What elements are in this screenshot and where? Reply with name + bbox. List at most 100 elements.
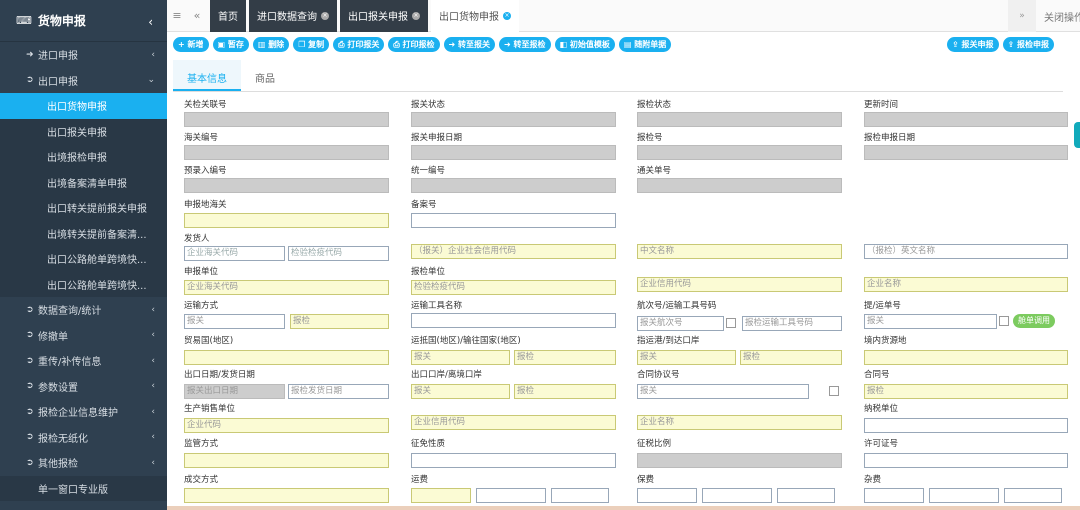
left-button-0[interactable]: + 新增 xyxy=(173,37,209,52)
consignor-credit-code[interactable]: （报关）企业社会信用代码 xyxy=(411,244,616,259)
export-date-inspect[interactable]: 报检发货日期 xyxy=(288,384,389,399)
transport-mode-customs[interactable]: 报关 xyxy=(184,314,285,329)
sidebar-item-17[interactable]: 单一窗口专业版 xyxy=(0,475,167,501)
producer-code[interactable]: 企业代码 xyxy=(184,418,389,433)
misc-type[interactable] xyxy=(864,488,924,503)
tab-2[interactable]: 出口报关申报 × xyxy=(340,0,428,32)
chevron-left-icon[interactable]: ‹ xyxy=(151,305,155,315)
producer-name[interactable]: 企业名称 xyxy=(637,415,842,430)
backward-icon[interactable]: « xyxy=(187,9,207,22)
contract-customs[interactable]: 报关 xyxy=(637,384,809,399)
freight-rate[interactable] xyxy=(476,488,546,503)
record-no-input[interactable] xyxy=(411,213,616,228)
inspector-code[interactable]: 检验检疫代码 xyxy=(411,280,616,295)
chevron-left-icon[interactable]: ‹ xyxy=(151,381,155,391)
tax-ratio-input[interactable] xyxy=(637,453,842,468)
left-button-9[interactable]: ▤ 随附单据 xyxy=(618,37,672,52)
declarer-customs-code[interactable]: 企业海关代码 xyxy=(184,280,389,295)
contract-no-inspect[interactable]: 报检 xyxy=(864,384,1068,399)
close-icon[interactable]: × xyxy=(412,11,420,20)
trade-country-input[interactable] xyxy=(184,350,389,365)
sidebar-item-8[interactable]: 出口公路舱单跨境快... xyxy=(0,246,167,272)
chevron-left-icon[interactable]: ‹ xyxy=(151,432,155,442)
export-date-customs[interactable]: 报关出口日期 xyxy=(184,384,285,399)
dest-country-inspect[interactable]: 报检 xyxy=(514,350,616,365)
forward-icon[interactable]: » xyxy=(1008,0,1036,32)
left-button-4[interactable]: ⎙ 打印报关 xyxy=(333,37,385,52)
declare-date-input[interactable] xyxy=(411,145,616,160)
sidebar-item-1[interactable]: ➲ 出口申报 ⌄ xyxy=(0,68,167,94)
clearance-no-input[interactable] xyxy=(637,178,842,193)
close-icon[interactable]: × xyxy=(503,11,511,20)
sidebar-item-0[interactable]: ➜ 进口申报 ‹ xyxy=(0,42,167,68)
tab-0[interactable]: 首页 xyxy=(210,0,246,32)
sidebar-item-16[interactable]: ➲ 其他报检 ‹ xyxy=(0,450,167,476)
sidebar-item-12[interactable]: ➲ 重传/补传信息 ‹ xyxy=(0,348,167,374)
source-input[interactable] xyxy=(864,350,1068,365)
sidebar-item-7[interactable]: 出境转关提前备案清... xyxy=(0,220,167,246)
tab-goods[interactable]: 商品 xyxy=(241,60,289,91)
insurance-type[interactable] xyxy=(637,488,697,503)
tab-basic-info[interactable]: 基本信息 xyxy=(173,60,241,91)
freight-type[interactable] xyxy=(411,488,471,503)
consignor-inspect-code[interactable]: 检验检疫代码 xyxy=(288,246,389,261)
export-port-customs[interactable]: 报关 xyxy=(411,384,510,399)
sidebar-item-11[interactable]: ➲ 修撤单 ‹ xyxy=(0,323,167,349)
sidebar-item-6[interactable]: 出口转关提前报关申报 xyxy=(0,195,167,221)
supervision-input[interactable] xyxy=(184,453,389,468)
sidebar-item-2[interactable]: 出口货物申报 xyxy=(0,93,167,119)
misc-currency[interactable] xyxy=(1004,488,1062,503)
sidebar-header[interactable]: ⌨ 货物申报 ‹ xyxy=(0,0,167,42)
left-button-2[interactable]: ▥ 删除 xyxy=(252,37,290,52)
link-no-input[interactable] xyxy=(184,112,389,127)
sidebar-item-5[interactable]: 出境备案清单申报 xyxy=(0,169,167,195)
update-time-input[interactable] xyxy=(864,112,1068,127)
sidebar-item-13[interactable]: ➲ 参数设置 ‹ xyxy=(0,374,167,400)
declarer-name[interactable]: 企业名称 xyxy=(864,277,1068,292)
inspect-status-input[interactable] xyxy=(637,112,842,127)
sidebar-item-15[interactable]: ➲ 报检无纸化 ‹ xyxy=(0,425,167,451)
transport-mode-inspect[interactable]: 报检 xyxy=(290,314,389,329)
left-button-3[interactable]: ❐ 复制 xyxy=(293,37,330,52)
misc-rate[interactable] xyxy=(929,488,999,503)
sidebar-item-14[interactable]: ➲ 报检企业信息维护 ‹ xyxy=(0,399,167,425)
left-button-1[interactable]: ▣ 暂存 xyxy=(212,37,249,52)
bill-checkbox[interactable] xyxy=(999,316,1009,326)
voyage-checkbox[interactable] xyxy=(726,318,736,328)
chevron-left-icon[interactable]: ‹ xyxy=(151,407,155,417)
left-button-7[interactable]: ➜ 转至报检 xyxy=(499,37,551,52)
bill-no-input[interactable]: 报关 xyxy=(864,314,997,329)
contract-checkbox[interactable] xyxy=(829,386,839,396)
right-button-0[interactable]: ⇪ 报关申报 xyxy=(947,37,999,52)
menu-icon[interactable]: ≡ xyxy=(167,9,187,22)
taxpayer-input[interactable] xyxy=(864,418,1068,433)
manifest-call-button[interactable]: 舱单调用 xyxy=(1013,314,1055,328)
left-button-8[interactable]: ◧ 初始值模板 xyxy=(554,37,615,52)
license-input[interactable] xyxy=(864,453,1068,468)
chevron-down-icon[interactable]: ⌄ xyxy=(147,75,155,85)
transport-name-input[interactable] xyxy=(411,313,616,328)
tab-3[interactable]: 出口货物申报 × xyxy=(431,0,519,32)
insurance-currency[interactable] xyxy=(777,488,835,503)
sidebar-item-10[interactable]: ➲ 数据查询/统计 ‹ xyxy=(0,297,167,323)
close-icon[interactable]: × xyxy=(321,11,329,20)
chevron-left-icon[interactable]: ‹ xyxy=(151,50,155,60)
export-port-inspect[interactable]: 报检 xyxy=(514,384,616,399)
declarer-credit-code[interactable]: 企业信用代码 xyxy=(637,277,842,292)
producer-credit-code[interactable]: 企业信用代码 xyxy=(411,415,616,430)
consignor-en-name[interactable]: （报检）英文名称 xyxy=(864,244,1068,259)
inspect-date-input[interactable] xyxy=(864,145,1068,160)
sidebar-item-4[interactable]: 出境报检申报 xyxy=(0,144,167,170)
sidebar-item-3[interactable]: 出口报关申报 xyxy=(0,118,167,144)
port-inspect[interactable]: 报检 xyxy=(740,350,842,365)
preentry-no-input[interactable] xyxy=(184,178,389,193)
sidebar-item-9[interactable]: 出口公路舱单跨境快... xyxy=(0,271,167,297)
declare-port-input[interactable] xyxy=(184,213,389,228)
unified-no-input[interactable] xyxy=(411,178,616,193)
left-button-6[interactable]: ➜ 转至报关 xyxy=(443,37,496,52)
freight-currency[interactable] xyxy=(551,488,609,503)
close-operations-button[interactable]: 关闭操作 xyxy=(1036,9,1080,24)
dest-country-customs[interactable]: 报关 xyxy=(411,350,510,365)
tax-nature-input[interactable] xyxy=(411,453,616,468)
customs-status-input[interactable] xyxy=(411,112,616,127)
